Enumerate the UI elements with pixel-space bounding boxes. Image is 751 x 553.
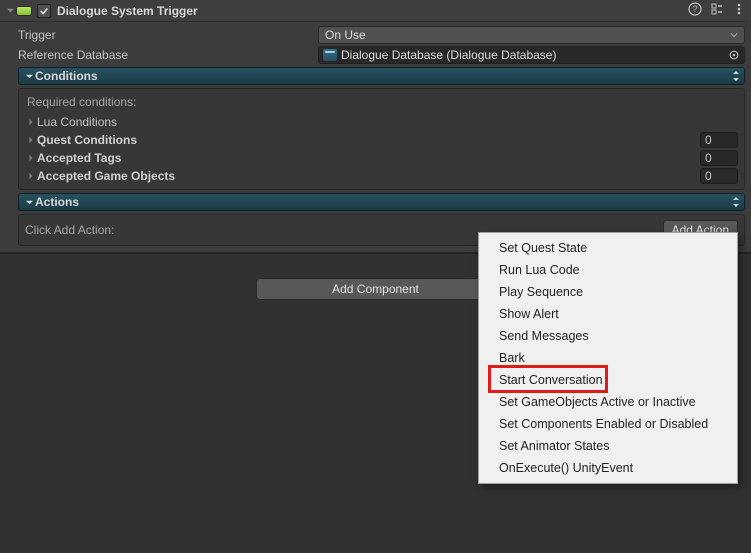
reference-database-value: Dialogue Database (Dialogue Database) [341, 48, 556, 62]
actions-section-header[interactable]: Actions [18, 193, 745, 211]
updown-icon[interactable] [732, 70, 740, 82]
chevron-right-icon [25, 136, 37, 144]
context-menu-item[interactable]: Send Messages [479, 325, 737, 347]
context-menu-item[interactable]: Set Quest State [479, 237, 737, 259]
condition-name: Quest Conditions [37, 133, 700, 147]
chevron-right-icon [25, 118, 37, 126]
context-menu-item[interactable]: Show Alert [479, 303, 737, 325]
kebab-menu-icon[interactable] [731, 2, 747, 19]
condition-name: Accepted Game Objects [37, 169, 700, 183]
conditions-box: Required conditions: Lua Conditions Quest… [18, 88, 745, 190]
context-menu-item[interactable]: Set Components Enabled or Disabled [479, 413, 737, 435]
add-component-button[interactable]: Add Component [256, 278, 496, 300]
database-icon [323, 49, 337, 61]
condition-name: Accepted Tags [37, 151, 700, 165]
condition-count[interactable]: 0 [700, 132, 738, 148]
svg-text:?: ? [692, 4, 697, 14]
component-title: Dialogue System Trigger [57, 4, 687, 18]
foldout-arrow-icon[interactable] [4, 6, 16, 15]
dialogue-system-trigger-component: Dialogue System Trigger ? Trigger On Use [0, 0, 751, 253]
conditions-title: Conditions [35, 69, 98, 83]
condition-count[interactable]: 0 [700, 150, 738, 166]
add-action-hint: Click Add Action: [25, 223, 114, 237]
condition-name: Lua Conditions [37, 115, 738, 129]
add-action-context-menu: Set Quest StateRun Lua CodePlay Sequence… [478, 232, 738, 484]
foldout-arrow-icon [23, 72, 35, 81]
chevron-down-icon [730, 28, 738, 42]
component-enabled-checkbox[interactable] [37, 4, 51, 18]
context-menu-item[interactable]: OnExecute() UnityEvent [479, 457, 737, 479]
component-header[interactable]: Dialogue System Trigger ? [0, 0, 751, 22]
foldout-arrow-icon [23, 198, 35, 207]
trigger-dropdown[interactable]: On Use [318, 26, 745, 44]
trigger-label: Trigger [18, 28, 318, 42]
reference-database-field[interactable]: Dialogue Database (Dialogue Database) [318, 46, 745, 64]
context-menu-item[interactable]: Play Sequence [479, 281, 737, 303]
script-icon [16, 6, 32, 16]
condition-row[interactable]: Lua Conditions [25, 113, 738, 131]
required-conditions-label: Required conditions: [25, 93, 738, 113]
trigger-row: Trigger On Use [0, 26, 751, 44]
chevron-right-icon [25, 172, 37, 180]
trigger-value: On Use [325, 28, 366, 42]
reference-database-label: Reference Database [18, 48, 318, 62]
object-picker-icon[interactable] [727, 48, 741, 62]
condition-row[interactable]: Accepted Game Objects0 [25, 167, 738, 185]
context-menu-item[interactable]: Set Animator States [479, 435, 737, 457]
preset-icon[interactable] [709, 2, 725, 19]
chevron-right-icon [25, 154, 37, 162]
condition-row[interactable]: Accepted Tags0 [25, 149, 738, 167]
condition-row[interactable]: Quest Conditions0 [25, 131, 738, 149]
actions-title: Actions [35, 195, 79, 209]
context-menu-item[interactable]: Start Conversation [479, 369, 737, 391]
condition-count[interactable]: 0 [700, 168, 738, 184]
context-menu-item[interactable]: Run Lua Code [479, 259, 737, 281]
reference-database-row: Reference Database Dialogue Database (Di… [0, 46, 751, 64]
updown-icon[interactable] [732, 196, 740, 208]
help-icon[interactable]: ? [687, 2, 703, 19]
context-menu-item[interactable]: Bark [479, 347, 737, 369]
conditions-section-header[interactable]: Conditions [18, 67, 745, 85]
context-menu-item[interactable]: Set GameObjects Active or Inactive [479, 391, 737, 413]
